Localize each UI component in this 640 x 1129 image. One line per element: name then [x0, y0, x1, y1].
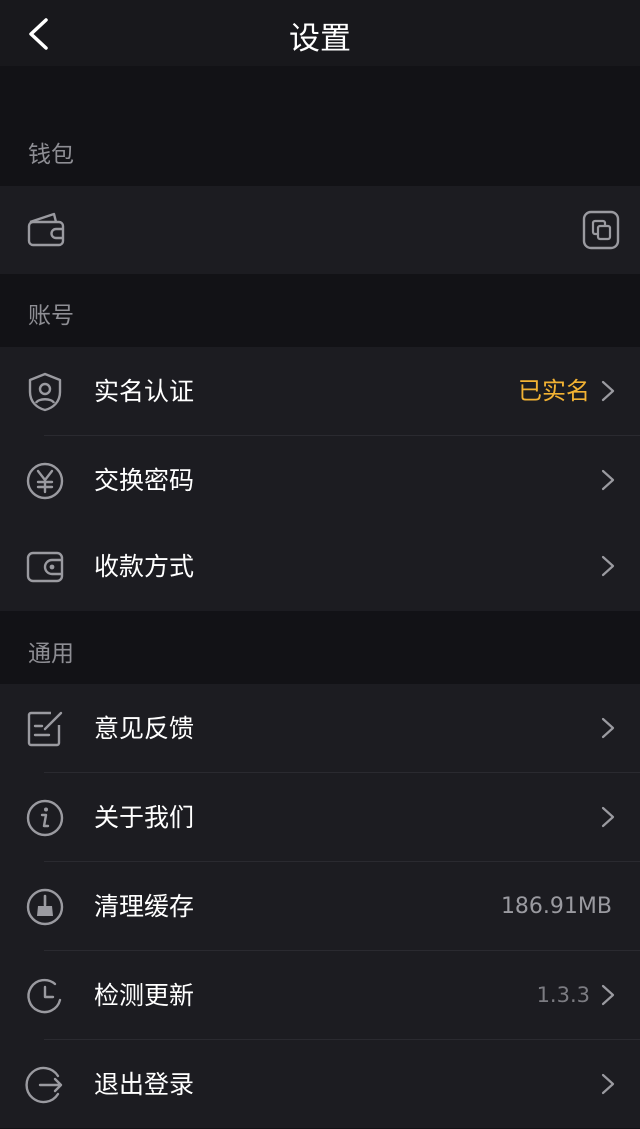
item-label: 关于我们 [94, 803, 195, 832]
clock-icon [24, 975, 66, 1017]
list-item-feedback[interactable]: 意见反馈 [0, 684, 640, 773]
wallet-card-icon [24, 546, 66, 588]
list-item-clear-cache[interactable]: 清理缓存 186.91MB [0, 862, 640, 951]
chevron-right-icon [601, 555, 615, 577]
list-item-about-us[interactable]: 关于我们 [0, 773, 640, 862]
status-badge: 已实名 [518, 377, 590, 405]
info-circle-icon [24, 797, 66, 839]
chevron-right-icon [601, 984, 615, 1006]
list-item-logout[interactable]: 退出登录 [0, 1040, 640, 1129]
item-label: 清理缓存 [94, 892, 195, 921]
item-label: 交换密码 [94, 466, 195, 495]
list-item-check-update[interactable]: 检测更新 1.3.3 [0, 951, 640, 1040]
copy-icon[interactable] [582, 210, 620, 250]
wallet-row[interactable] [0, 186, 640, 274]
item-label: 实名认证 [94, 377, 195, 406]
page-title: 设置 [289, 21, 351, 57]
yen-circle-icon [24, 460, 66, 502]
item-label: 意见反馈 [94, 714, 195, 743]
cache-size: 186.91MB [500, 894, 612, 919]
chevron-right-icon [601, 806, 615, 828]
chevron-right-icon [601, 717, 615, 739]
version-number: 1.3.3 [536, 983, 590, 1007]
shield-user-icon [24, 371, 66, 413]
section-title-wallet: 钱包 [28, 142, 74, 168]
general-list: 意见反馈 关于我们 清理缓存 186.91MB 检测更新 1.3.3 退出登录 [0, 684, 640, 1128]
broom-circle-icon [24, 886, 66, 928]
edit-note-icon [24, 708, 66, 750]
chevron-right-icon [601, 469, 615, 491]
account-list: 实名认证 已实名 交换密码 收款方式 [0, 347, 640, 611]
list-item-payment-method[interactable]: 收款方式 [0, 522, 640, 611]
item-label: 收款方式 [94, 552, 195, 581]
list-item-exchange-password[interactable]: 交换密码 [0, 436, 640, 525]
chevron-right-icon [601, 1073, 615, 1095]
chevron-right-icon [601, 380, 615, 402]
item-label: 检测更新 [94, 981, 195, 1010]
logout-icon [24, 1064, 66, 1106]
wallet-icon [26, 210, 66, 248]
list-item-real-name[interactable]: 实名认证 已实名 [0, 347, 640, 436]
section-title-general: 通用 [28, 641, 74, 667]
item-label: 退出登录 [94, 1070, 195, 1099]
section-title-account: 账号 [28, 303, 74, 329]
